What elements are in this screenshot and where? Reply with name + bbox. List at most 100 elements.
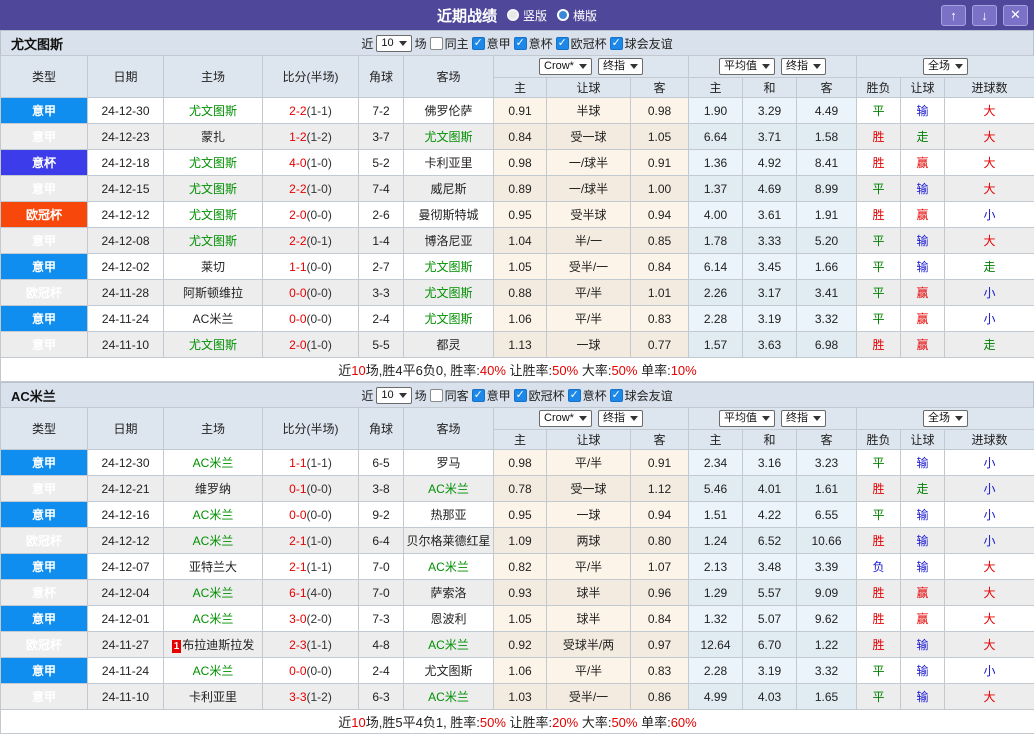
match-row: 意甲 24-12-30 AC米兰 1-1(1-1) 6-5 罗马 0.98 平/… <box>1 450 1034 476</box>
corners: 6-4 <box>359 528 404 554</box>
match-count-select[interactable]: 10 <box>376 387 411 404</box>
corners: 5-2 <box>359 150 404 176</box>
league-filter[interactable]: 欧冠杯 <box>556 35 607 52</box>
checkbox-unchecked-icon <box>430 389 443 402</box>
move-up-button[interactable]: ↑ <box>941 5 966 26</box>
col-handicap-result: 让球 <box>901 78 945 98</box>
result-wdl: 平 <box>857 98 901 124</box>
summary-segment: 50% <box>552 363 578 378</box>
handicap-line: 一球 <box>547 332 631 358</box>
odds-away: 0.80 <box>631 528 689 554</box>
result-wdl: 平 <box>857 280 901 306</box>
odds-home: 0.88 <box>494 280 547 306</box>
result-goals: 小 <box>945 202 1034 228</box>
bookmaker-select[interactable]: Crow* <box>539 410 592 427</box>
away-team: 卡利亚里 <box>404 150 494 176</box>
result-handicap: 赢 <box>901 332 945 358</box>
odds-home: 1.04 <box>494 228 547 254</box>
odds-away: 1.12 <box>631 476 689 502</box>
match-row: 欧冠杯 24-12-12 AC米兰 2-1(1-0) 6-4 贝尔格莱德红星 1… <box>1 528 1034 554</box>
match-date: 24-11-10 <box>88 684 164 710</box>
close-button[interactable]: ✕ <box>1003 5 1028 26</box>
league-filter[interactable]: 意杯 <box>514 35 553 52</box>
result-handicap: 输 <box>901 450 945 476</box>
avg-draw: 3.19 <box>743 306 797 332</box>
odds-away: 1.00 <box>631 176 689 202</box>
final-odds-select[interactable]: 终指 <box>598 58 643 75</box>
handicap-line: 受一球 <box>547 476 631 502</box>
radio-unselected-icon <box>557 9 569 21</box>
move-down-button[interactable]: ↓ <box>972 5 997 26</box>
league-filter[interactable]: 欧冠杯 <box>514 387 565 404</box>
league-badge: 意甲 <box>1 684 88 710</box>
result-goals: 大 <box>945 684 1034 710</box>
odds-away: 0.85 <box>631 228 689 254</box>
odds-away: 0.83 <box>631 306 689 332</box>
same-venue-filter[interactable]: 同客 <box>430 387 469 404</box>
near-label: 近 <box>361 387 373 404</box>
league-filter[interactable]: 球会友谊 <box>610 387 673 404</box>
juventus-section-bar: 尤文图斯 近 10 场 同主 意甲 意杯 欧冠杯 <box>0 30 1034 55</box>
league-filter[interactable]: 意杯 <box>568 387 607 404</box>
acmilan-filters: 近 10 场 同客 意甲 欧冠杯 意杯 <box>361 387 672 404</box>
average-select[interactable]: 平均值 <box>719 410 775 427</box>
final-odds-select[interactable]: 终指 <box>781 58 826 75</box>
scope-select[interactable]: 全场 <box>923 58 968 75</box>
handicap-line: 球半 <box>547 580 631 606</box>
corners: 7-0 <box>359 580 404 606</box>
avg-home: 1.90 <box>689 98 743 124</box>
summary-segment: 让胜率: <box>506 715 552 730</box>
match-count-select[interactable]: 10 <box>376 35 411 52</box>
avg-draw: 5.57 <box>743 580 797 606</box>
league-badge: 意杯 <box>1 150 88 176</box>
odds-home: 1.06 <box>494 306 547 332</box>
layout-horizontal-label: 横版 <box>573 7 597 24</box>
corners: 1-4 <box>359 228 404 254</box>
col-away: 客场 <box>404 56 494 98</box>
odds-away: 0.96 <box>631 580 689 606</box>
handicap-line: 一球 <box>547 502 631 528</box>
same-venue-filter[interactable]: 同主 <box>430 35 469 52</box>
checkbox-checked-icon <box>472 389 485 402</box>
col-type: 类型 <box>1 408 88 450</box>
handicap-line: 两球 <box>547 528 631 554</box>
acmilan-results-table: 类型 日期 主场 比分(半场) 角球 客场 Crow* 终指 平均值 终指 <box>0 407 1034 734</box>
layout-horizontal-radio[interactable]: 横版 <box>557 7 597 24</box>
league-badge: 意甲 <box>1 124 88 150</box>
avg-draw: 3.29 <box>743 98 797 124</box>
match-row: 意甲 24-12-23 蒙扎 1-2(1-2) 3-7 尤文图斯 0.84 受一… <box>1 124 1034 150</box>
result-wdl: 负 <box>857 554 901 580</box>
chevron-down-icon <box>955 416 963 421</box>
away-team: 尤文图斯 <box>404 124 494 150</box>
final-odds-select[interactable]: 终指 <box>598 410 643 427</box>
corners: 7-2 <box>359 98 404 124</box>
score: 2-0(0-0) <box>263 202 359 228</box>
corners: 2-4 <box>359 658 404 684</box>
summary-segment: 近 <box>338 363 351 378</box>
odds-away: 0.84 <box>631 606 689 632</box>
league-filter[interactable]: 意甲 <box>472 35 511 52</box>
summary-segment: 场,胜5平4负1, 胜率: <box>366 715 480 730</box>
odds-home: 1.06 <box>494 658 547 684</box>
corners: 4-8 <box>359 632 404 658</box>
handicap-line: 平/半 <box>547 658 631 684</box>
avg-home: 1.32 <box>689 606 743 632</box>
avg-draw: 3.45 <box>743 254 797 280</box>
league-filter[interactable]: 意甲 <box>472 387 511 404</box>
handicap-line: 一/球半 <box>547 150 631 176</box>
away-team: 尤文图斯 <box>404 306 494 332</box>
average-select[interactable]: 平均值 <box>719 58 775 75</box>
col-home: 主场 <box>164 56 263 98</box>
layout-vertical-radio[interactable]: 竖版 <box>507 7 547 24</box>
bookmaker-select[interactable]: Crow* <box>539 58 592 75</box>
avg-home: 2.13 <box>689 554 743 580</box>
avg-away: 6.98 <box>797 332 857 358</box>
result-wdl: 胜 <box>857 476 901 502</box>
avg-away: 1.65 <box>797 684 857 710</box>
odds-away: 1.01 <box>631 280 689 306</box>
league-filter[interactable]: 球会友谊 <box>610 35 673 52</box>
match-date: 24-12-12 <box>88 528 164 554</box>
chevron-down-icon <box>813 64 821 69</box>
scope-select[interactable]: 全场 <box>923 410 968 427</box>
final-odds-select[interactable]: 终指 <box>781 410 826 427</box>
